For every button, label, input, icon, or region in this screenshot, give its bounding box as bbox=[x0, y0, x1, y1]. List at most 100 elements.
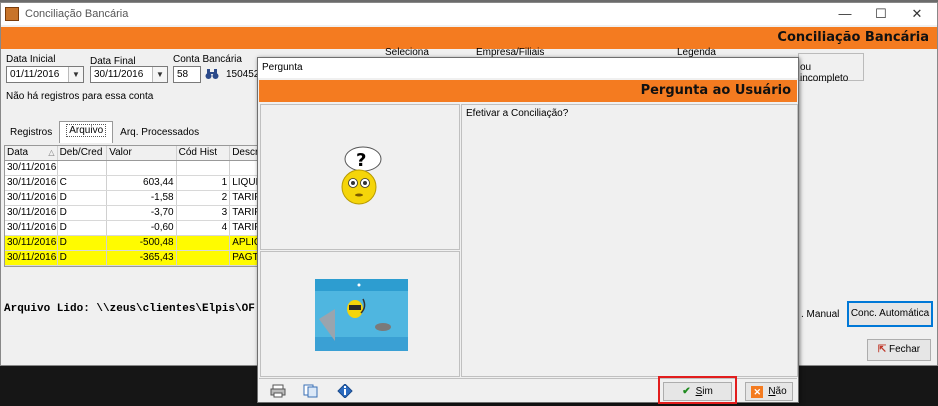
question-text-panel bbox=[461, 104, 798, 377]
cell-data: 30/11/2016 bbox=[7, 221, 58, 235]
cell-descricao: TARIF bbox=[232, 207, 257, 218]
cell-deb-cred: C bbox=[58, 176, 108, 190]
table-row[interactable]: 30/11/2016 D -500,48 APLICA bbox=[5, 236, 257, 251]
tab-arq-processados-label: Arq. Processados bbox=[120, 127, 200, 138]
conta-bancaria-label: Conta Bancária bbox=[173, 54, 242, 65]
cell-valor: -500,48 bbox=[107, 236, 177, 250]
table-row[interactable]: 30/11/2016 C 603,44 1 LIQUID bbox=[5, 176, 257, 191]
binoculars-icon[interactable] bbox=[205, 68, 219, 80]
title-bar: Conciliação Bancária — ☐ ✕ bbox=[1, 3, 937, 25]
data-final-value: 30/11/2016 bbox=[94, 69, 144, 80]
maximize-button[interactable]: ☐ bbox=[863, 3, 899, 25]
info-icon[interactable] bbox=[337, 383, 355, 399]
cell-data: 30/11/2016 bbox=[7, 236, 58, 250]
column-header-cod-hist[interactable]: Cód Hist bbox=[177, 146, 231, 160]
legenda-text: ou incompleto bbox=[800, 62, 849, 84]
column-header-data[interactable]: Data △ bbox=[5, 146, 58, 160]
copy-icon[interactable] bbox=[303, 384, 321, 398]
cell-data: 30/11/2016 bbox=[7, 206, 58, 220]
cell-data: 30/11/2016 bbox=[7, 161, 58, 175]
cell-valor: -365,43 bbox=[107, 251, 177, 265]
table-row[interactable]: 30/11/2016 D -365,43 PAGTO bbox=[5, 251, 257, 266]
column-header-valor[interactable]: Valor bbox=[107, 146, 177, 160]
table-row[interactable]: 30/11/2016 bbox=[5, 161, 257, 176]
table-row[interactable]: 30/11/2016 D -0,60 4 TARIF bbox=[5, 221, 257, 236]
cell-descricao: TARIF bbox=[232, 222, 257, 233]
cell-valor: 603,44 bbox=[107, 176, 177, 190]
transactions-grid[interactable]: Data△ Deb/Cred Valor Cód Hist Descri 30/… bbox=[4, 145, 258, 267]
sim-label: Sim bbox=[695, 386, 713, 397]
cell-data: 30/11/2016 bbox=[7, 191, 58, 205]
app-icon bbox=[5, 7, 19, 21]
conc-automatica-button[interactable]: Conc. Automática bbox=[847, 301, 933, 327]
diver-illustration-icon bbox=[315, 279, 408, 351]
dialog-header-bar: Pergunta ao Usuário bbox=[259, 80, 797, 102]
file-read-path: Arquivo Lido: \\zeus\clientes\Elpis\OF bbox=[4, 303, 255, 315]
check-icon: ✔ bbox=[682, 386, 691, 397]
tab-strip: Registros Arquivo Arq. Processados bbox=[3, 121, 206, 143]
sim-button[interactable]: ✔ Sim bbox=[663, 382, 732, 401]
cell-cod-hist bbox=[177, 161, 231, 175]
data-inicial-value: 01/11/2016 bbox=[10, 69, 60, 80]
cell-valor: -0,60 bbox=[107, 221, 177, 235]
chevron-down-icon[interactable]: ▼ bbox=[68, 67, 83, 82]
cell-valor: -1,58 bbox=[107, 191, 177, 205]
tab-arquivo[interactable]: Arquivo bbox=[59, 121, 114, 143]
dialog-header-title: Pergunta ao Usuário bbox=[640, 83, 791, 98]
column-header-deb-cred[interactable]: Deb/Cred bbox=[58, 146, 108, 160]
cell-valor: -3,70 bbox=[107, 206, 177, 220]
conta-extra-text: 150452 bbox=[226, 69, 260, 80]
cell-data: 30/11/2016 bbox=[7, 176, 58, 190]
cell-deb-cred: D bbox=[58, 236, 108, 250]
tab-registros[interactable]: Registros bbox=[3, 123, 59, 143]
status-message: Não há registros para essa conta bbox=[6, 91, 154, 102]
svg-text:?: ? bbox=[356, 150, 366, 171]
cell-deb-cred: D bbox=[58, 251, 108, 265]
header-bar: Conciliação Bancária bbox=[1, 27, 937, 49]
nao-button[interactable]: ✕ Não bbox=[745, 382, 793, 401]
print-icon[interactable] bbox=[270, 384, 288, 398]
table-row[interactable]: 30/11/2016 D -1,58 2 TARIF bbox=[5, 191, 257, 206]
fechar-button[interactable]: ⇱ Fechar bbox=[867, 339, 931, 361]
cell-cod-hist: 3 bbox=[177, 206, 231, 220]
cell-descricao: TARIF bbox=[232, 192, 257, 203]
pergunta-dialog: Pergunta Pergunta ao Usuário ? Efetivar … bbox=[257, 57, 799, 404]
dialog-title: Pergunta bbox=[262, 62, 303, 73]
tab-arq-processados[interactable]: Arq. Processados bbox=[113, 123, 206, 143]
conta-bancaria-input[interactable]: 58 bbox=[173, 66, 201, 83]
cell-deb-cred: D bbox=[58, 206, 108, 220]
cell-descricao bbox=[230, 161, 257, 175]
sort-icon: △ bbox=[48, 148, 55, 157]
cell-cod-hist: 2 bbox=[177, 191, 231, 205]
data-inicial-combo[interactable]: 01/11/2016 ▼ bbox=[6, 66, 84, 83]
cell-cod-hist: 1 bbox=[177, 176, 231, 190]
close-button[interactable]: ✕ bbox=[899, 3, 935, 25]
cell-cod-hist bbox=[177, 236, 231, 250]
cell-cod-hist bbox=[177, 251, 231, 265]
cell-data: 30/11/2016 bbox=[7, 251, 58, 265]
question-smiley-icon: ? bbox=[339, 145, 383, 212]
legenda-box: ou incompleto bbox=[798, 53, 864, 84]
nao-label: Não bbox=[768, 386, 787, 397]
close-icon: ✕ bbox=[751, 385, 764, 398]
fechar-label: Fechar bbox=[889, 344, 921, 355]
exit-icon: ⇱ bbox=[877, 344, 887, 355]
cell-deb-cred: D bbox=[58, 191, 108, 205]
cell-deb-cred bbox=[58, 161, 108, 175]
column-header-descricao[interactable]: Descri bbox=[230, 146, 257, 160]
data-final-combo[interactable]: 30/11/2016 ▼ bbox=[90, 66, 168, 83]
tab-registros-label: Registros bbox=[10, 127, 53, 138]
data-inicial-label: Data Inicial bbox=[6, 54, 56, 65]
cell-valor bbox=[107, 161, 177, 175]
manual-label: . Manual bbox=[801, 309, 840, 320]
header-title: Conciliação Bancária bbox=[777, 30, 929, 45]
window-title: Conciliação Bancária bbox=[25, 8, 129, 20]
cell-descricao: APLICA bbox=[232, 237, 257, 248]
minimize-button[interactable]: — bbox=[827, 3, 863, 25]
chevron-down-icon[interactable]: ▼ bbox=[152, 67, 167, 82]
table-row[interactable]: 30/11/2016 D -3,70 3 TARIF bbox=[5, 206, 257, 221]
tab-arquivo-label: Arquivo bbox=[66, 124, 107, 137]
question-text: Efetivar a Conciliação? bbox=[466, 108, 569, 119]
cell-cod-hist: 4 bbox=[177, 221, 231, 235]
cell-descricao: LIQUID bbox=[232, 177, 257, 188]
